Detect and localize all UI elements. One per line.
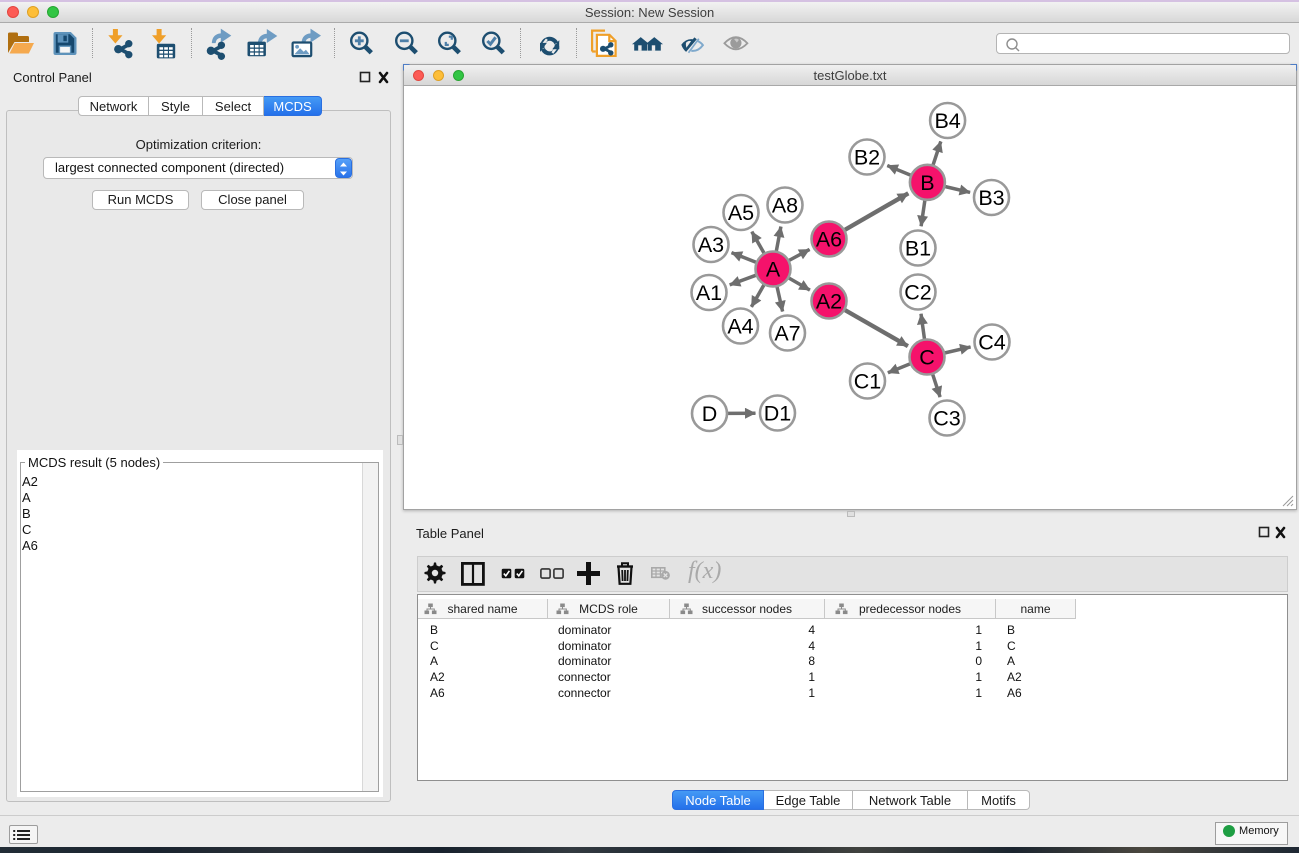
svg-text:C: C [919, 346, 935, 370]
svg-text:D1: D1 [764, 402, 791, 426]
svg-text:C1: C1 [854, 370, 881, 394]
svg-text:f(x): f(x) [688, 558, 721, 584]
svg-text:C3: C3 [933, 407, 961, 431]
svg-text:A6: A6 [816, 228, 842, 252]
svg-text:C2: C2 [904, 281, 931, 305]
svg-text:B1: B1 [905, 237, 931, 261]
svg-text:C4: C4 [978, 331, 1006, 355]
svg-text:B4: B4 [934, 109, 960, 133]
svg-text:B: B [920, 171, 934, 195]
svg-text:A8: A8 [772, 194, 798, 218]
svg-text:A3: A3 [698, 233, 724, 257]
svg-text:A2: A2 [816, 290, 842, 314]
svg-text:B3: B3 [978, 186, 1004, 210]
svg-text:B2: B2 [854, 146, 880, 170]
svg-text:A1: A1 [696, 281, 722, 305]
svg-text:A5: A5 [728, 201, 754, 225]
svg-text:D: D [702, 402, 718, 426]
svg-text:A4: A4 [727, 315, 753, 339]
svg-text:A: A [766, 258, 781, 282]
svg-text:A7: A7 [774, 322, 800, 346]
